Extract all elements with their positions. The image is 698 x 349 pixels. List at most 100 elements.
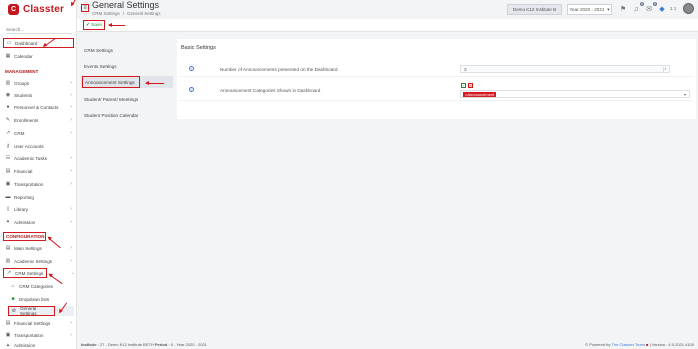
submenu-item-position-calendar[interactable]: Student Position Calendar xyxy=(81,109,173,121)
info-icon[interactable]: i xyxy=(189,87,194,92)
sidebar-item-user-accounts[interactable]: ⚷ User Accounts xyxy=(3,141,74,151)
sidebar-item-crm[interactable]: ↗ CRM › xyxy=(3,128,74,138)
submenu-item-announcement-settings-row[interactable]: Announcement Settings xyxy=(81,76,173,88)
category-tag[interactable]: × Announcement xyxy=(463,92,497,97)
sidebar-item-dropdown-lists[interactable]: ■ Dropdown lists xyxy=(8,294,74,304)
top-bar: ≡ General Settings CRM Settings / General … xyxy=(77,0,698,19)
user-avatar[interactable] xyxy=(683,3,694,14)
sidebar-item-label: Reporting xyxy=(14,194,34,200)
chevron-right-icon: › xyxy=(70,258,72,264)
admission-icon: ✦ xyxy=(5,342,11,349)
sidebar-item-calendar[interactable]: ▦ Calendar xyxy=(3,51,74,61)
footer: Institute : 27 - Demo K12 Institute BETH… xyxy=(77,340,698,349)
footer-period-value: : 9 - Year 2020 - 2021 xyxy=(168,342,207,347)
groups-icon: ▥ xyxy=(5,80,11,86)
footer-period-label: Period xyxy=(154,342,168,347)
sidebar-item-label: Dashboard xyxy=(15,40,38,46)
save-toolbar: ✔ Save xyxy=(77,19,698,32)
breadcrumb: CRM Settings / General Settings xyxy=(92,11,164,16)
sidebar-item-reporting[interactable]: ▬ Reporting xyxy=(3,192,74,202)
sidebar-item-academic-settings[interactable]: ▥ Academic Settings › xyxy=(3,256,74,266)
info-icon[interactable]: i xyxy=(189,66,194,71)
enroll-icon: ✎ xyxy=(5,117,11,123)
institute-selector-button[interactable]: Demo K12 Institute B xyxy=(507,4,562,15)
stepper-icon[interactable]: ⇕ xyxy=(663,67,667,72)
sidebar-item-library[interactable]: ▯ Library › xyxy=(3,204,74,214)
save-button[interactable]: ✔ Save xyxy=(83,20,105,30)
category-tag-label: Announcement xyxy=(467,92,495,97)
flag-icon[interactable]: ⚑ xyxy=(618,4,628,14)
list-icon: ■ xyxy=(11,296,15,302)
students-icon: ◉ xyxy=(5,92,11,98)
submenu-item-events-settings[interactable]: Events Settings xyxy=(81,60,173,72)
sidebar-item-personnel[interactable]: ● Personnel & Contacts › xyxy=(3,102,74,112)
chevron-right-icon: › xyxy=(70,130,72,136)
help-icon[interactable]: ◆ xyxy=(657,4,667,14)
footer-info: Institute : 27 - Demo K12 Institute BETH… xyxy=(81,342,207,347)
footer-team-link[interactable]: The Classter Team xyxy=(611,342,645,347)
chevron-right-icon: › xyxy=(70,80,72,86)
sidebar-search-input[interactable] xyxy=(6,26,72,34)
copyright-icon: © xyxy=(585,342,589,347)
brand-name: Classter xyxy=(23,4,65,15)
chevron-right-icon: › xyxy=(70,245,72,251)
clear-all-x-icon[interactable]: ✕ xyxy=(468,83,473,88)
sidebar-item-main-settings[interactable]: ▤ Main Settings › xyxy=(3,243,74,253)
sidebar-item-admission[interactable]: ✦ Admission › xyxy=(3,217,74,227)
sidebar-item-financial[interactable]: ▤ Financial › xyxy=(3,166,74,176)
sidebar-item-academic-tasks[interactable]: ☷ Academic Tasks › xyxy=(3,153,74,163)
book-icon: ▯ xyxy=(6,206,10,212)
page-title: General Settings xyxy=(92,0,160,10)
check-icon: ✔ xyxy=(86,22,91,28)
section-header-management: MANAGEMENT xyxy=(5,69,39,74)
sidebar-item-groups[interactable]: ▥ Groups › xyxy=(3,78,74,88)
bus-icon: ▣ xyxy=(5,181,11,187)
submenu-item-announcement-settings[interactable]: Announcement Settings xyxy=(82,76,140,88)
sidebar-item-label: User Accounts xyxy=(14,143,44,149)
sidebar-item-enrollments[interactable]: ✎ Enrollments › xyxy=(3,115,74,125)
announcement-count-input[interactable]: 3 ⇕ xyxy=(460,65,670,73)
sidebar-item-label: Transportation xyxy=(14,332,44,338)
breadcrumb-item[interactable]: CRM Settings xyxy=(92,11,120,16)
tag-icon: ⌂ xyxy=(11,283,15,289)
sidebar-item-crm-categories[interactable]: ⌂ CRM Categories xyxy=(8,281,74,291)
tasks-icon: ☷ xyxy=(5,155,11,161)
settings-icon: ▤ xyxy=(5,245,11,251)
sidebar-item-label: Library xyxy=(14,206,29,212)
monitor-icon: ▭ xyxy=(6,40,12,46)
annotation-arrow xyxy=(108,22,125,28)
messages-icon[interactable]: ✉ 0 xyxy=(644,2,657,14)
sidebar-item-label: Dropdown lists xyxy=(19,296,50,302)
setting-row-announcement-count: i Number of Announcements presented on t… xyxy=(180,61,693,77)
sidebar-item-general-settings[interactable]: ⚙ General Settings xyxy=(8,306,55,316)
setting-label: Announcement Categories Shown in Dashboa… xyxy=(220,88,321,93)
sidebar-item-label: Financial xyxy=(14,168,33,174)
year-selector[interactable]: Year 2020 - 2021 ▾ xyxy=(567,4,612,15)
footer-version: | Version : 4.0.2021.4100 xyxy=(649,342,694,347)
sidebar-item-admission-settings[interactable]: ✦ Admission xyxy=(3,342,74,349)
chevron-down-icon: ⌄ xyxy=(71,270,76,276)
submenu-item-crm-settings[interactable]: CRM Settings xyxy=(81,44,173,56)
category-multiselect[interactable]: × Announcement ▾ xyxy=(460,90,690,98)
printer-icon: ▬ xyxy=(5,194,11,200)
classter-logo-icon: C xyxy=(8,4,19,15)
sidebar-item-students[interactable]: ◉ Students › xyxy=(3,90,74,100)
chevron-right-icon: › xyxy=(70,155,72,161)
bell-icon[interactable]: ♫ 0 xyxy=(631,2,644,14)
select-all-check-icon[interactable]: ✓ xyxy=(461,83,466,88)
sidebar-item-transportation-settings[interactable]: ▣ Transportation › xyxy=(3,330,74,340)
sidebar-item-transportation[interactable]: ▣ Transportation › xyxy=(3,179,74,189)
brand-logo[interactable]: C Classter xyxy=(8,4,64,15)
breadcrumb-item: General Settings xyxy=(127,11,161,16)
chevron-right-icon: › xyxy=(70,206,72,212)
breadcrumb-separator: / xyxy=(122,11,125,16)
footer-powered-by: Powered by xyxy=(589,342,611,347)
sidebar-item-dashboard[interactable]: ▭ Dashboard xyxy=(3,38,74,48)
user-icon: ● xyxy=(6,104,10,110)
sidebar-item-financial-settings[interactable]: ▤ Financial Settings › xyxy=(3,318,74,328)
gear-icon: ⚙ xyxy=(11,308,17,314)
setting-row-announcement-categories: i Announcement Categories Shown in Dashb… xyxy=(180,79,693,101)
submenu-item-meetings[interactable]: Student/ Parent/ Meetings xyxy=(81,93,173,105)
hamburger-menu-button[interactable]: ≡ xyxy=(81,4,89,12)
sidebar-item-crm-settings[interactable]: ↗ CRM Settings xyxy=(3,268,47,278)
